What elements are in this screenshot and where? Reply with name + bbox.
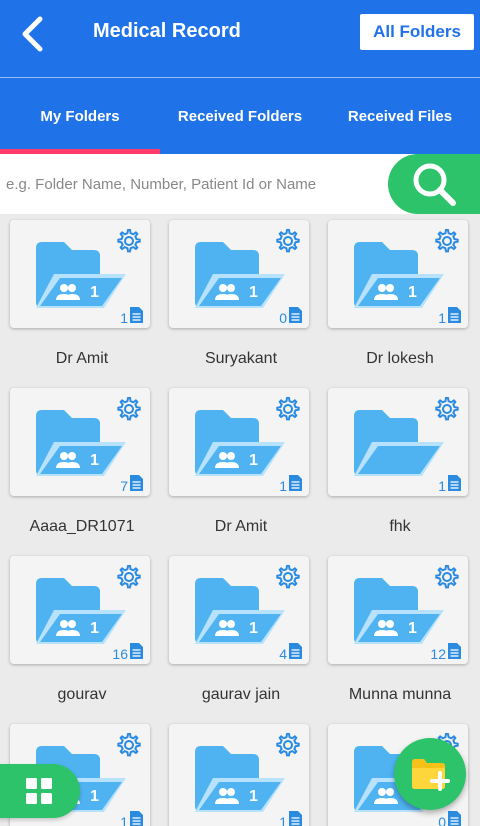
folder-name: Munna munna	[348, 686, 452, 703]
gear-icon[interactable]	[116, 564, 142, 590]
folder-card[interactable]: 1 7	[10, 388, 150, 496]
folder-icon	[195, 242, 285, 308]
folder-icon	[354, 242, 444, 308]
grid-view-icon	[26, 778, 52, 804]
folder-card[interactable]: 1 16	[10, 556, 150, 664]
document-icon	[130, 811, 143, 826]
document-icon	[448, 811, 461, 826]
search-input[interactable]	[2, 156, 388, 212]
folder-grid: 1 1 Dr Amit 1 0 Suryakant 1 1 Dr lokesh …	[0, 214, 480, 826]
add-folder-button[interactable]	[394, 738, 466, 810]
folder-card[interactable]: 1 12	[328, 556, 468, 664]
folder-name: Suryakant	[204, 350, 278, 367]
folder-card[interactable]: 1 1	[169, 388, 309, 496]
document-icon	[289, 475, 302, 491]
tab-received-folders[interactable]: Received Folders	[160, 78, 320, 154]
add-folder-icon	[412, 759, 450, 791]
document-icon	[130, 643, 143, 659]
file-count: 0	[438, 814, 446, 826]
folder-name: gaurav jain	[201, 686, 281, 703]
member-count: 1	[249, 452, 258, 469]
member-count: 1	[249, 620, 258, 637]
tab-my-folders[interactable]: My Folders	[0, 78, 160, 154]
folder-card[interactable]: 1	[328, 388, 468, 496]
member-count: 1	[90, 788, 99, 805]
gear-icon[interactable]	[275, 228, 301, 254]
document-icon	[289, 643, 302, 659]
file-count: 1	[120, 310, 128, 326]
gear-icon[interactable]	[116, 228, 142, 254]
folder-icon	[354, 578, 444, 644]
grid-view-button[interactable]	[0, 764, 80, 818]
member-count: 1	[249, 284, 258, 301]
document-icon	[130, 475, 143, 491]
member-count: 1	[408, 620, 417, 637]
member-count: 1	[90, 620, 99, 637]
file-count: 1	[438, 478, 446, 494]
folder-name: fhk	[389, 518, 411, 535]
gear-icon[interactable]	[275, 396, 301, 422]
document-icon	[448, 643, 461, 659]
document-icon	[130, 307, 143, 323]
folder-name: Aaaa_DR1071	[29, 518, 135, 535]
file-count: 1	[438, 310, 446, 326]
folder-icon	[36, 242, 126, 308]
folder-icon	[36, 578, 126, 644]
folder-card[interactable]: 1 1	[169, 724, 309, 826]
page-title: Medical Record	[93, 20, 241, 42]
all-folders-button[interactable]: All Folders	[360, 14, 474, 50]
folder-name: gourav	[57, 686, 107, 703]
folder-name: Dr Amit	[55, 350, 109, 367]
folder-name: Dr Amit	[214, 518, 268, 535]
file-count: 0	[279, 310, 287, 326]
member-count: 1	[90, 284, 99, 301]
file-count: 7	[120, 478, 128, 494]
gear-icon[interactable]	[116, 396, 142, 422]
folder-card[interactable]: 1 4	[169, 556, 309, 664]
file-count: 4	[279, 646, 287, 662]
file-count: 1	[279, 814, 287, 826]
document-icon	[289, 307, 302, 323]
member-count: 1	[249, 788, 258, 805]
folder-card[interactable]: 1 0	[169, 220, 309, 328]
file-count: 1	[120, 814, 128, 826]
folder-card[interactable]: 1 1	[10, 220, 150, 328]
folder-icon	[195, 578, 285, 644]
folder-icon	[36, 410, 126, 476]
folder-icon	[195, 410, 285, 476]
search-button[interactable]	[388, 154, 480, 214]
document-icon	[448, 307, 461, 323]
document-icon	[289, 811, 302, 826]
gear-icon[interactable]	[275, 732, 301, 758]
folder-icon	[354, 410, 444, 476]
chevron-left-icon	[22, 16, 43, 52]
gear-icon[interactable]	[434, 228, 460, 254]
search-bar	[0, 154, 480, 214]
member-count: 1	[408, 284, 417, 301]
gear-icon[interactable]	[275, 564, 301, 590]
document-icon	[448, 475, 461, 491]
tab-received-files[interactable]: Received Files	[320, 78, 480, 154]
tab-bar: My Folders Received Folders Received Fil…	[0, 78, 480, 154]
gear-icon[interactable]	[434, 564, 460, 590]
file-count: 16	[112, 646, 128, 662]
app-bar: Medical Record All Folders	[0, 0, 480, 78]
file-count: 12	[430, 646, 446, 662]
gear-icon[interactable]	[434, 396, 460, 422]
folder-name: Dr lokesh	[366, 350, 434, 367]
folder-icon	[195, 746, 285, 812]
back-button[interactable]	[14, 14, 50, 54]
member-count: 1	[90, 452, 99, 469]
folder-card[interactable]: 1 1	[328, 220, 468, 328]
search-icon	[413, 163, 456, 206]
file-count: 1	[279, 478, 287, 494]
gear-icon[interactable]	[116, 732, 142, 758]
